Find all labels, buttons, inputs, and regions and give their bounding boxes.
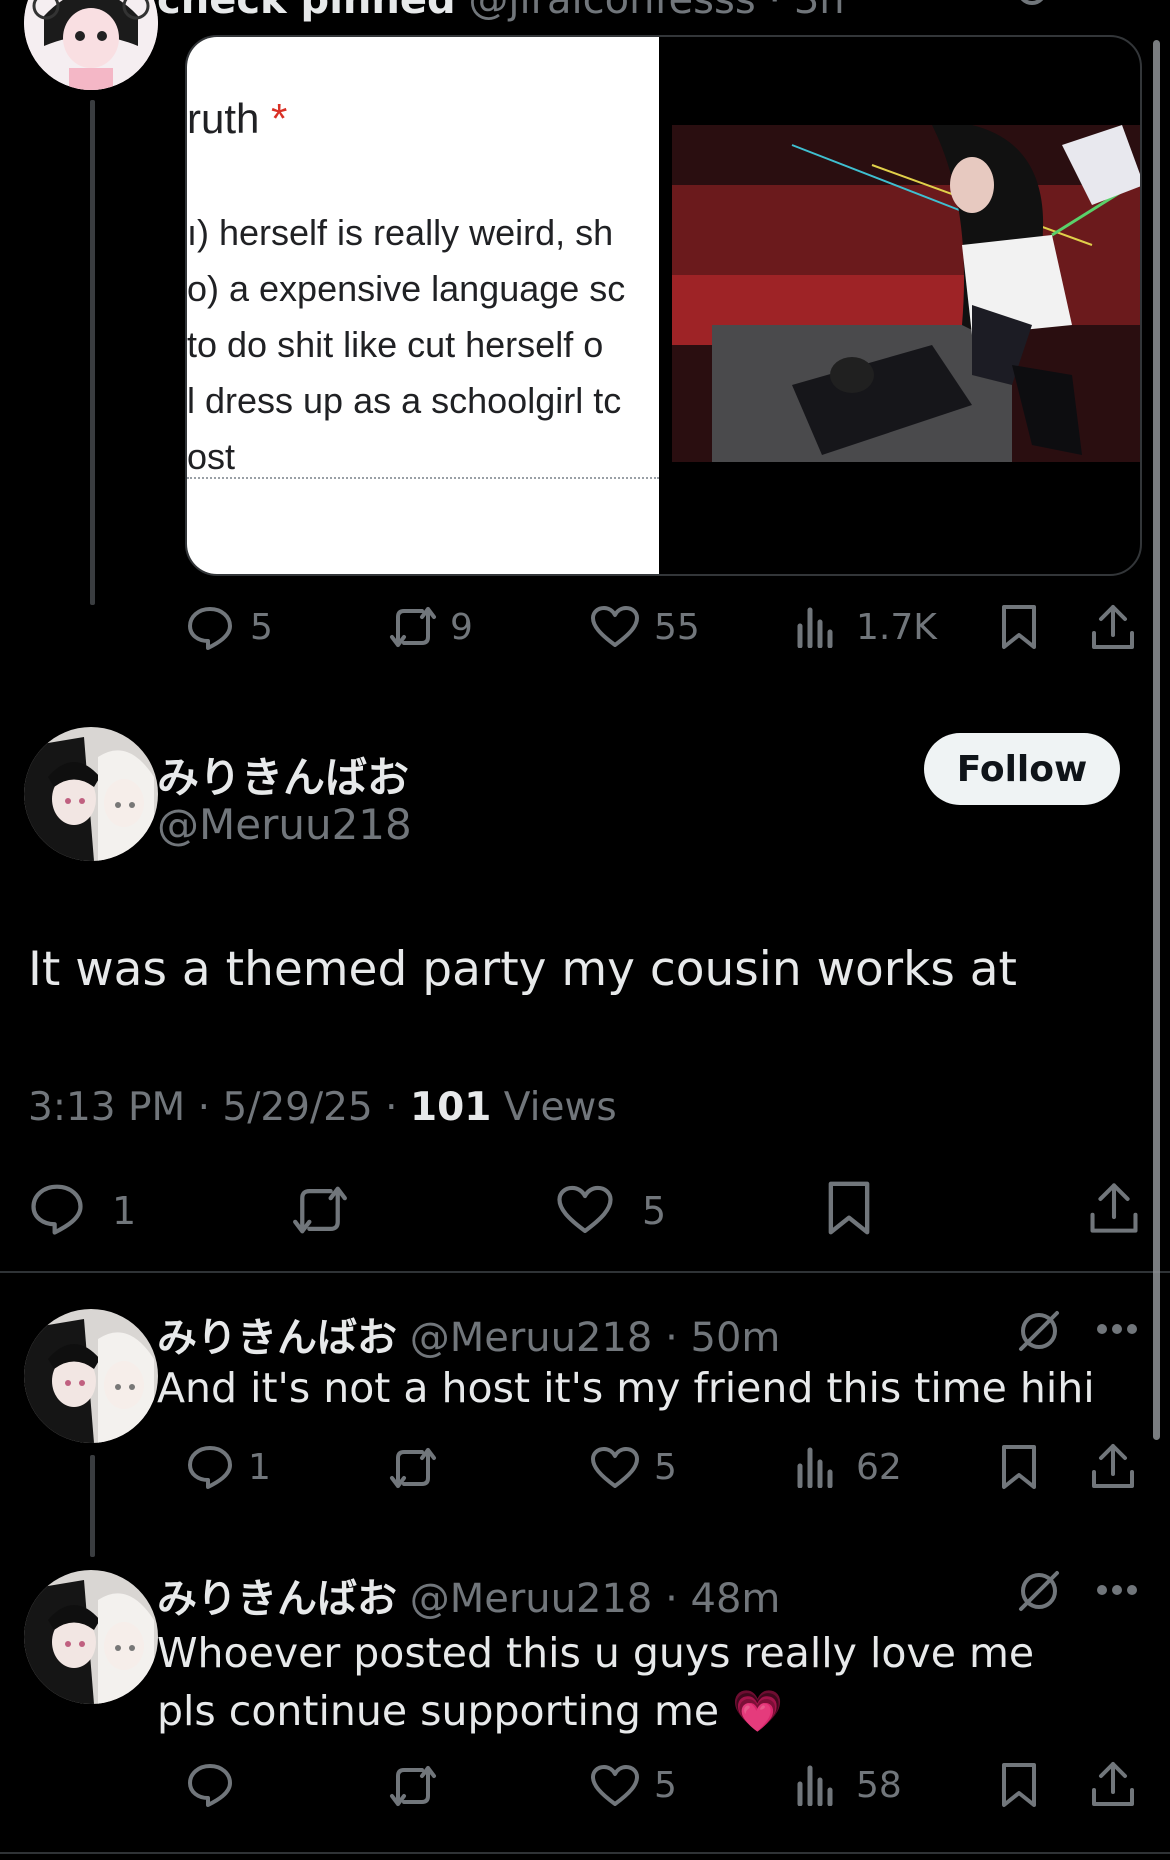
thread-connector xyxy=(90,100,95,605)
reply-1-header: みりきんばお @Meruu218 · 50m xyxy=(157,1305,780,1363)
scrollbar[interactable] xyxy=(1153,40,1160,1440)
views-icon[interactable] xyxy=(796,1446,838,1488)
like-icon[interactable] xyxy=(590,605,640,649)
retweet-icon[interactable] xyxy=(386,605,440,649)
top-tweet-handle[interactable]: @jiraiconfesss xyxy=(468,0,755,23)
tweet-date[interactable]: 5/29/25 xyxy=(222,1085,372,1130)
bookmark-icon[interactable] xyxy=(826,1180,872,1236)
divider xyxy=(0,1271,1170,1273)
retweet-icon[interactable] xyxy=(386,1446,440,1490)
like-count: 55 xyxy=(654,607,700,648)
form-line: l dress up as a schoolgirl tc xyxy=(187,380,622,421)
more-options-icon[interactable] xyxy=(1096,1583,1138,1597)
reply-count: 1 xyxy=(112,1189,137,1233)
views-count: 1.7K xyxy=(856,607,937,648)
reply-1-name[interactable]: みりきんばお xyxy=(157,1315,397,1361)
bookmark-icon[interactable] xyxy=(1000,1762,1038,1808)
reply-2-text: Whoever posted this u guys really love m… xyxy=(157,1624,1034,1740)
top-tweet-name[interactable]: check pinned xyxy=(157,0,456,23)
like-count: 5 xyxy=(642,1189,667,1233)
reply-count: 1 xyxy=(248,1447,271,1488)
like-count: 5 xyxy=(654,1447,677,1488)
main-tweet-text: It was a themed party my cousin works at xyxy=(28,942,1017,997)
main-tweet-handle[interactable]: @Meruu218 xyxy=(157,800,412,849)
reply-2-text-line2: pls continue supporting me 💗 xyxy=(157,1682,1034,1740)
tweet-time[interactable]: 3:13 PM xyxy=(28,1085,185,1130)
media-card[interactable]: ruth * ı) herself is really weird, sh o)… xyxy=(185,35,1142,576)
reply-2-time: · 48m xyxy=(665,1576,781,1622)
views-icon[interactable] xyxy=(796,606,838,648)
views-count: 58 xyxy=(856,1765,902,1806)
reply-1-text: And it's not a host it's my friend this … xyxy=(157,1364,1095,1412)
retweet-icon[interactable] xyxy=(288,1184,352,1236)
grok-icon[interactable] xyxy=(1010,0,1054,10)
form-line: to do shit like cut herself o xyxy=(187,324,604,365)
divider xyxy=(0,1852,1170,1854)
views-count: 62 xyxy=(856,1447,902,1488)
follow-button-label: Follow xyxy=(956,748,1088,790)
bookmark-icon[interactable] xyxy=(1000,1444,1038,1490)
reply-1-time: · 50m xyxy=(665,1315,781,1361)
top-tweet-time: · 3h xyxy=(768,0,845,23)
views-label: Views xyxy=(503,1085,617,1130)
retweet-icon[interactable] xyxy=(386,1764,440,1808)
form-underline xyxy=(187,477,659,479)
reply-2-text-line2-text: pls continue supporting me xyxy=(157,1687,720,1735)
like-icon[interactable] xyxy=(556,1184,614,1236)
reply-2-name[interactable]: みりきんばお xyxy=(157,1576,397,1622)
main-tweet-name[interactable]: みりきんばお xyxy=(157,744,409,805)
pink-heart-emoji: 💗 xyxy=(732,1687,784,1735)
share-icon[interactable] xyxy=(1090,1442,1136,1490)
thread-connector xyxy=(90,1455,95,1557)
form-screenshot-image[interactable]: ruth * ı) herself is really weird, sh o)… xyxy=(187,37,659,574)
reply-icon[interactable] xyxy=(28,1182,86,1236)
form-field-label: ruth * xyxy=(187,95,287,143)
like-icon[interactable] xyxy=(590,1446,640,1490)
reply-count: 5 xyxy=(250,607,273,648)
reply-2-header: みりきんばお @Meruu218 · 48m xyxy=(157,1566,780,1624)
like-icon[interactable] xyxy=(590,1764,640,1808)
bookmark-icon[interactable] xyxy=(1000,604,1038,650)
meta-separator: · xyxy=(385,1085,398,1130)
form-line: o) a expensive language sc xyxy=(187,268,626,309)
follow-button[interactable]: Follow xyxy=(924,733,1120,805)
share-icon[interactable] xyxy=(1090,1760,1136,1808)
reply-icon[interactable] xyxy=(186,1444,234,1490)
like-count: 5 xyxy=(654,1765,677,1806)
avatar-reply-2[interactable] xyxy=(24,1570,158,1704)
reply-2-text-line1: Whoever posted this u guys really love m… xyxy=(157,1629,1035,1677)
party-photo-image[interactable] xyxy=(672,125,1140,462)
grok-icon[interactable] xyxy=(1015,1567,1063,1615)
meta-separator: · xyxy=(197,1085,210,1130)
form-answer-text: ı) herself is really weird, sh o) a expe… xyxy=(187,205,625,485)
required-mark: * xyxy=(271,95,288,142)
retweet-count: 9 xyxy=(450,607,473,648)
grok-icon[interactable] xyxy=(1015,1307,1063,1355)
avatar-reply-1[interactable] xyxy=(24,1309,158,1443)
reply-2-handle[interactable]: @Meruu218 xyxy=(410,1576,653,1622)
reply-1-handle[interactable]: @Meruu218 xyxy=(410,1315,653,1361)
views-icon[interactable] xyxy=(796,1764,838,1806)
form-field-label-text: ruth xyxy=(187,95,260,142)
more-options-icon[interactable] xyxy=(1096,1322,1138,1336)
views-number: 101 xyxy=(409,1085,492,1130)
share-icon[interactable] xyxy=(1088,1180,1140,1236)
avatar-main[interactable] xyxy=(24,727,158,861)
main-tweet-meta: 3:13 PM · 5/29/25 · 101 Views xyxy=(28,1085,617,1130)
reply-icon[interactable] xyxy=(186,605,234,651)
avatar-top[interactable] xyxy=(24,0,158,90)
top-tweet-header: check pinned @jiraiconfesss · 3h xyxy=(157,0,845,20)
share-icon[interactable] xyxy=(1090,603,1136,651)
form-line: ı) herself is really weird, sh xyxy=(187,212,614,253)
reply-icon[interactable] xyxy=(186,1762,234,1808)
